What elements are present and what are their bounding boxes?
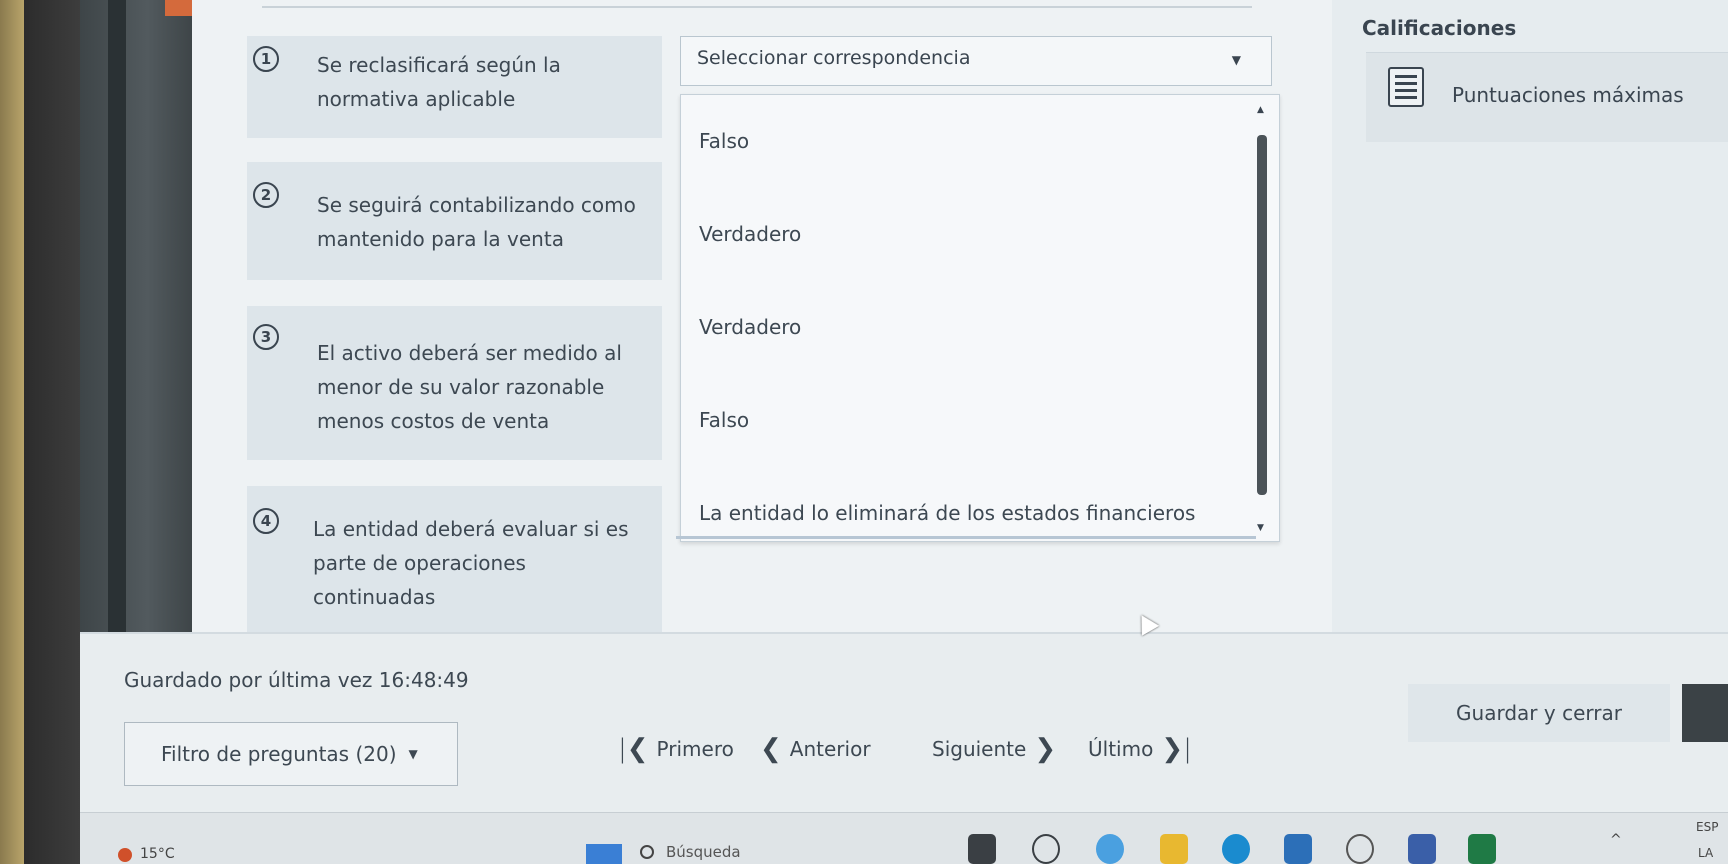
max-scores-button[interactable]: Puntuaciones máximas	[1366, 52, 1728, 142]
option-falso[interactable]: Falso	[699, 408, 749, 432]
question-number-badge: 2	[253, 182, 279, 208]
start-icon[interactable]	[586, 844, 622, 864]
store-icon[interactable]	[1284, 834, 1312, 864]
chevron-right-icon: ❯	[1034, 734, 1057, 764]
last-button[interactable]: Último ❯|	[1088, 734, 1200, 764]
weather-icon[interactable]	[118, 848, 132, 862]
language-layout[interactable]: LA	[1698, 846, 1713, 860]
question-number-badge: 3	[253, 324, 279, 350]
option-list-scrollbar[interactable]: ▲ ▼	[1257, 105, 1267, 535]
chevron-down-icon: ▼	[1231, 53, 1241, 67]
last-saved-status: Guardado por última vez 16:48:49	[124, 668, 469, 692]
grades-title: Calificaciones	[1362, 16, 1517, 40]
taskbar-search[interactable]: Búsqueda	[640, 840, 900, 864]
file-explorer-icon[interactable]	[1160, 834, 1188, 864]
monitor-bezel-dark	[24, 0, 80, 864]
first-button[interactable]: |❮ Primero	[610, 734, 734, 764]
max-scores-label: Puntuaciones máximas	[1452, 83, 1684, 107]
chevron-left-icon: ❮	[760, 734, 782, 764]
app-icon[interactable]	[1408, 834, 1436, 864]
question-4: 4 La entidad deberá evaluar si es parte …	[247, 486, 662, 632]
question-1-line-2: normativa aplicable	[317, 87, 516, 111]
question-4-line-3: continuadas	[313, 585, 436, 609]
question-3-line-2: menor de su valor razonable	[317, 375, 605, 399]
previous-label: Anterior	[789, 737, 871, 761]
question-3-line-3: menos costos de venta	[317, 409, 550, 433]
left-sidebar-strip	[80, 0, 192, 640]
question-2-line-1: Se seguirá contabilizando como	[317, 193, 636, 217]
content-divider	[262, 6, 1252, 8]
question-4-answer[interactable]: La entidad lo eliminará de los estados f…	[699, 501, 1195, 525]
task-view-icon[interactable]	[968, 834, 996, 864]
option-falso[interactable]: Falso	[699, 129, 749, 153]
search-icon	[640, 845, 654, 859]
question-2-line-2: mantenido para la venta	[317, 227, 564, 251]
question-number-badge: 1	[253, 46, 279, 72]
question-3-line-1: El activo deberá ser medido al	[317, 341, 622, 365]
last-page-icon: ❯|	[1161, 734, 1192, 764]
filter-label: Filtro de preguntas (20)	[161, 742, 397, 766]
language-indicator[interactable]: ESP	[1696, 820, 1718, 834]
previous-button[interactable]: ❮ Anterior	[752, 734, 871, 764]
scrollbar-thumb[interactable]	[1257, 135, 1267, 495]
next-button[interactable]: Siguiente ❯	[932, 734, 1064, 764]
answer-underline	[676, 536, 1256, 539]
excel-icon[interactable]	[1468, 834, 1496, 864]
submit-button-edge[interactable]	[1682, 684, 1728, 742]
question-4-line-2: parte de operaciones	[313, 551, 526, 575]
edge-icon[interactable]	[1222, 834, 1250, 864]
left-sidebar-accent	[108, 0, 126, 640]
search-placeholder: Búsqueda	[666, 843, 741, 861]
chat-icon[interactable]	[1032, 834, 1060, 864]
select-label: Seleccionar correspondencia	[697, 47, 971, 69]
weather-temperature[interactable]: 15°C	[140, 846, 175, 862]
correspondence-select[interactable]: Seleccionar correspondencia ▼	[680, 36, 1272, 86]
monitor-bezel	[0, 0, 24, 864]
question-filter-button[interactable]: Filtro de preguntas (20) ▼	[124, 722, 458, 786]
next-label: Siguiente	[932, 737, 1027, 761]
question-1: 1 Se reclasificará según la normativa ap…	[247, 36, 662, 138]
chevron-up-icon[interactable]: ^	[1610, 832, 1622, 848]
last-label: Último	[1088, 737, 1154, 761]
question-2: 2 Se seguirá contabilizando como manteni…	[247, 162, 662, 280]
first-label: Primero	[656, 737, 734, 761]
dropdown-option-list: Falso Verdadero Verdadero Falso La entid…	[680, 94, 1280, 542]
option-verdadero[interactable]: Verdadero	[699, 222, 801, 246]
browser-icon[interactable]	[1096, 834, 1124, 864]
list-icon	[1388, 67, 1424, 107]
question-3: 3 El activo deberá ser medido al menor d…	[247, 306, 662, 460]
scroll-down-icon[interactable]: ▼	[1257, 523, 1264, 533]
question-number-badge: 4	[253, 508, 279, 534]
first-page-icon: |❮	[618, 734, 649, 764]
chevron-down-icon: ▼	[408, 747, 418, 761]
question-4-line-1: La entidad deberá evaluar si es	[313, 517, 629, 541]
save-and-close-button[interactable]: Guardar y cerrar	[1408, 684, 1670, 742]
scroll-up-icon[interactable]: ▲	[1257, 105, 1264, 115]
chatgpt-icon[interactable]	[1346, 834, 1374, 864]
option-verdadero[interactable]: Verdadero	[699, 315, 801, 339]
question-1-line-1: Se reclasificará según la	[317, 53, 561, 77]
